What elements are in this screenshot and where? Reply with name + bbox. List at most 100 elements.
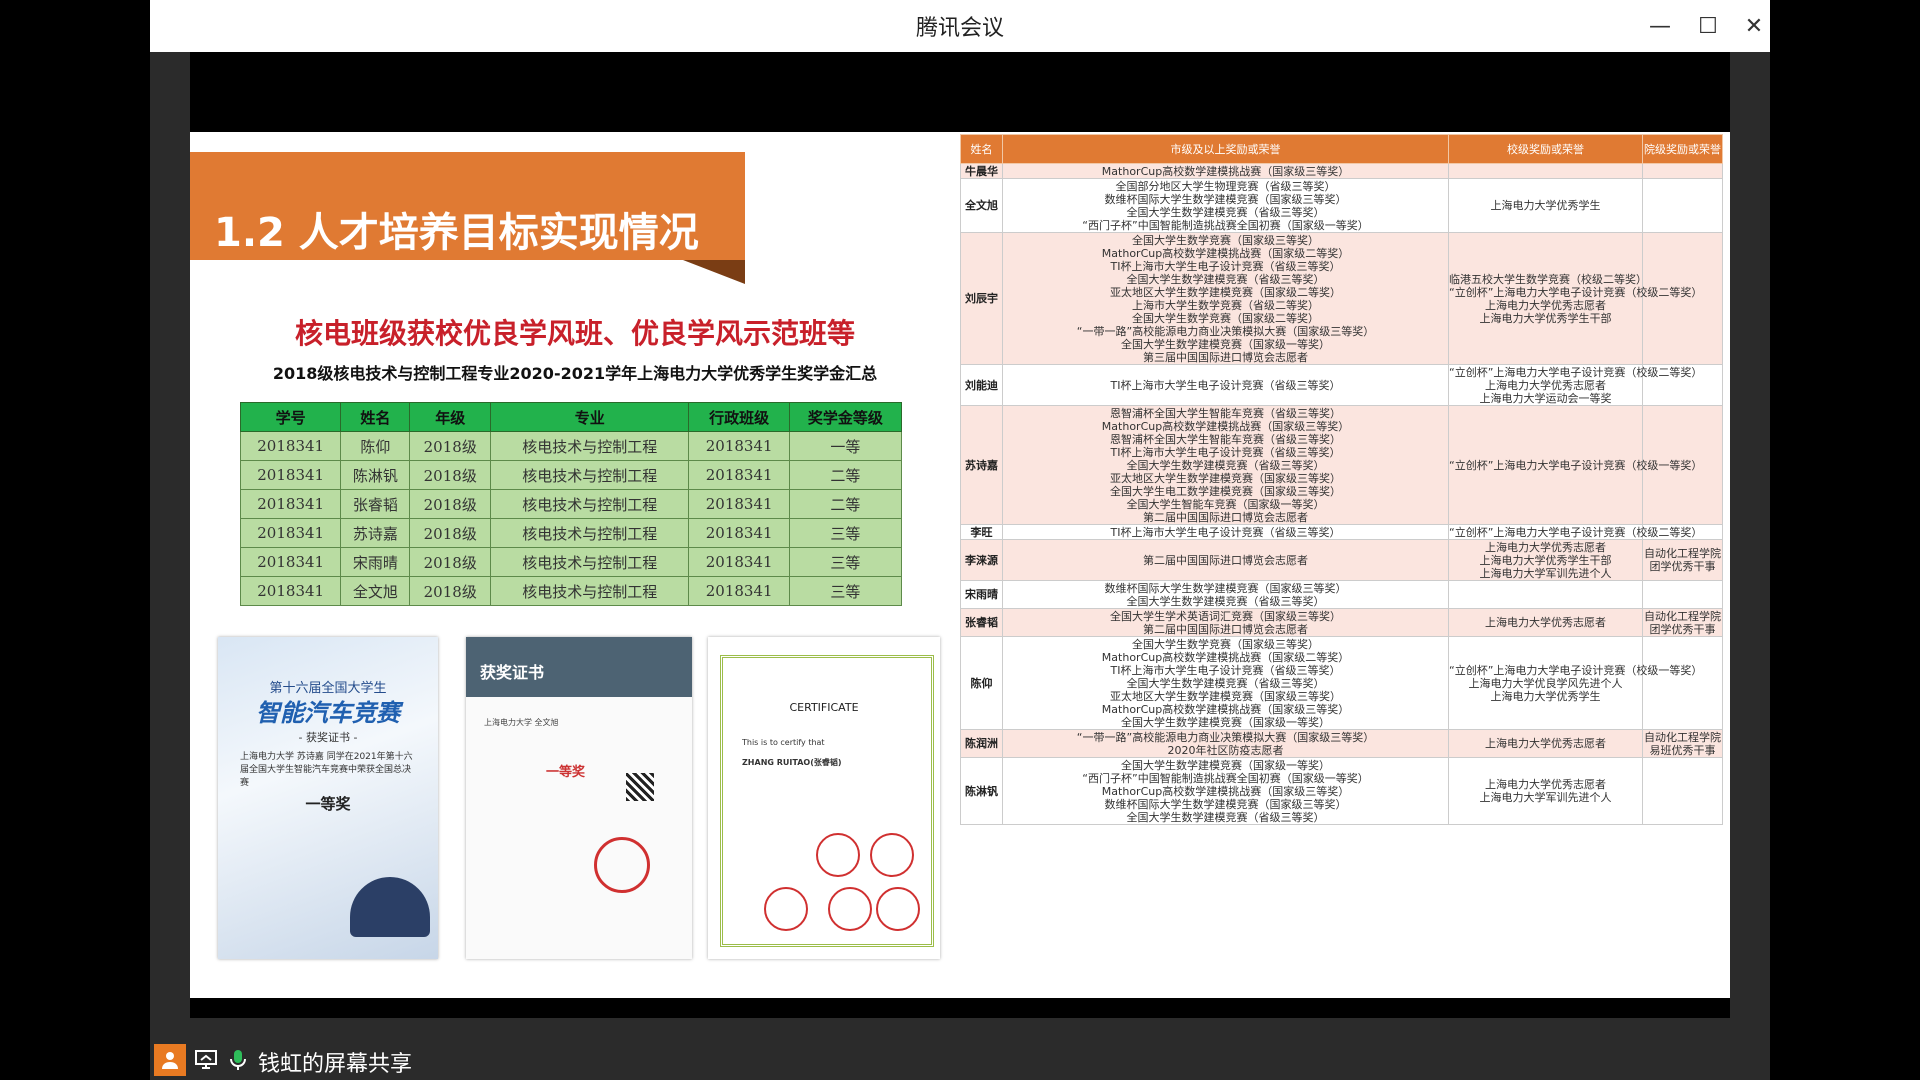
presentation-slide: 1.2 人才培养目标实现情况 核电班级获校优良学风班、优良学风示范班等 2018… — [190, 132, 1730, 998]
table-cell: 2018级 — [409, 489, 492, 519]
awards-school-cell: 上海电力大学优秀志愿者 上海电力大学军训先进个人 — [1448, 757, 1643, 825]
awards-college-cell: 自动化工程学院 易班优秀干事 — [1642, 729, 1723, 758]
award-line: 上海电力大学优秀学生 — [1490, 689, 1601, 703]
table-row: 苏诗嘉 恩智浦杯全国大学生智能车竞赛（省级三等奖） MathorCup高校数学建模挑… — [960, 405, 1723, 525]
table-cell: 2018341 — [239, 431, 342, 461]
cert2-title: 获奖证书 — [480, 663, 545, 682]
awards-college-cell: 自动化工程学院 团学优秀干事 — [1642, 539, 1723, 581]
scholarship-header-cell: 行政班级 — [688, 402, 790, 432]
table-cell: 2018341 — [688, 460, 790, 490]
cert2-header: 获奖证书 — [466, 637, 692, 697]
table-cell: 二等 — [788, 460, 903, 490]
awards-school-cell: “立创杯”上海电力大学电子设计竞赛（校级二等奖） — [1448, 524, 1703, 540]
table-cell: 三等 — [788, 576, 903, 606]
table-row: 2018341 陈仰 2018级 核电技术与控制工程 2018341 一等 — [239, 431, 903, 461]
seal-3 — [764, 887, 808, 931]
close-button[interactable]: ✕ — [1736, 8, 1772, 44]
scholarship-table: 学号 姓名 年级 专业 行政班级 奖学金等级 2018341 陈仰 2018级 核电技术与控制工… — [239, 402, 903, 606]
award-line: “西门子杯”中国智能制造挑战赛全国初赛（国家级一等奖） — [1082, 771, 1369, 785]
awards-city-cell: 第二届中国国际进口博览会志愿者 — [1002, 539, 1449, 581]
award-line: 亚太地区大学生数学建模竞赛（国家级三等奖） — [1110, 471, 1341, 485]
award-line: 上海电力大学优秀学生干部 — [1479, 553, 1612, 567]
award-line: 第二届中国国际进口博览会志愿者 — [1143, 622, 1308, 636]
award-line: 上海电力大学优秀志愿者 — [1485, 378, 1606, 392]
award-line: 上海电力大学优良学风先进个人 — [1468, 676, 1623, 690]
microphone-icon[interactable] — [222, 1044, 254, 1076]
award-line: 全国部分地区大学生物理竞赛（省级三等奖） — [1115, 179, 1336, 193]
awards-city-cell: “一带一路”高校能源电力商业决策模拟大赛（国家级三等奖） 2020年社区防疫志愿者 — [1002, 729, 1449, 758]
user-icon[interactable] — [154, 1044, 186, 1076]
award-line: 全国大学生数学竞赛（国家级三等奖） — [1132, 637, 1319, 651]
award-line: 上海市大学生数学竞赛（省级二等奖） — [1132, 298, 1319, 312]
certificate-english-vocabulary: CERTIFICATE This is to certify that ZHAN… — [708, 637, 940, 959]
award-line: 团学优秀干事 — [1649, 622, 1716, 636]
scholarship-header-cell: 年级 — [409, 402, 492, 432]
table-cell: 苏诗嘉 — [340, 518, 411, 548]
awards-college-cell — [1642, 163, 1723, 179]
award-line: 上海电力大学军训先进个人 — [1479, 566, 1612, 580]
award-line: 亚太地区大学生数学建模竞赛（国家级二等奖） — [1110, 285, 1341, 299]
awards-city-cell: TI杯上海市大学生电子设计竞赛（省级三等奖） — [1002, 364, 1449, 406]
minimize-button[interactable]: — — [1642, 8, 1678, 44]
awardee-name: 牛晨华 — [960, 163, 1003, 179]
award-line: 全国大学生数学建模竞赛（省级三等奖） — [1126, 810, 1325, 824]
awardee-name: 全文旭 — [960, 178, 1003, 233]
table-cell: 2018级 — [409, 431, 492, 461]
award-line: 全国大学生电工数学建模竞赛（国家级三等奖） — [1110, 484, 1341, 498]
awards-college-cell — [1642, 580, 1723, 609]
award-line: 全国大学生数学建模竞赛（省级三等奖） — [1126, 594, 1325, 608]
award-line: 上海电力大学优秀志愿者 — [1485, 616, 1606, 629]
award-line: 全国大学生数学建模竞赛（省级三等奖） — [1126, 205, 1325, 219]
table-cell: 核电技术与控制工程 — [490, 576, 690, 606]
table-row: 2018341 宋雨晴 2018级 核电技术与控制工程 2018341 三等 — [239, 547, 903, 577]
award-line: “一带一路”高校能源电力商业决策模拟大赛（国家级三等奖） — [1076, 730, 1375, 744]
award-line: 自动化工程学院 — [1644, 609, 1721, 623]
awardee-name: 李旺 — [960, 524, 1003, 540]
award-line: “立创杯”上海电力大学电子设计竞赛（校级二等奖） — [1449, 525, 1703, 539]
table-cell: 一等 — [788, 431, 903, 461]
award-line: “西门子杯”中国智能制造挑战赛全国初赛（国家级一等奖） — [1082, 218, 1369, 232]
table-cell: 张睿韬 — [340, 489, 411, 519]
table-row: 宋雨晴 数维杯国际大学生数学建模竞赛（国家级三等奖） 全国大学生数学建模竞赛（省级三… — [960, 580, 1723, 609]
award-line: “立创杯”上海电力大学电子设计竞赛（校级一等奖） — [1449, 663, 1703, 677]
cert1-text: 上海电力大学 苏诗嘉 同学在2021年第十六届全国大学生智能汽车竞赛中荣获全国总… — [240, 752, 413, 788]
screen-share-icon[interactable] — [190, 1044, 222, 1076]
award-line: “一带一路”高校能源电力商业决策模拟大赛（国家级三等奖） — [1076, 324, 1375, 338]
award-line: 易班优秀干事 — [1649, 743, 1716, 757]
awards-school-cell — [1448, 580, 1643, 609]
title-banner: 1.2 人才培养目标实现情况 — [190, 152, 745, 260]
award-line: 恩智浦杯全国大学生智能车竞赛（省级三等奖） — [1110, 406, 1341, 420]
awardee-name: 陈仰 — [960, 636, 1003, 730]
maximize-button[interactable]: ☐ — [1690, 8, 1726, 44]
table-cell: 2018341 — [239, 547, 342, 577]
awards-table: 姓名 市级及以上奖励或荣誉 校级奖励或荣誉 院级奖励或荣誉 牛晨华 MathorCup高… — [960, 134, 1723, 825]
awards-school-cell — [1448, 163, 1643, 179]
award-line: 数维杯国际大学生数学建模竞赛（国家级三等奖） — [1104, 797, 1347, 811]
smart-car-logo — [350, 877, 430, 937]
awards-city-cell: 全国大学生数学竞赛（国家级三等奖） MathorCup高校数学建模挑战赛（国家级二… — [1002, 636, 1449, 730]
awards-city-cell: 数维杯国际大学生数学建模竞赛（国家级三等奖） 全国大学生数学建模竞赛（省级三等奖） — [1002, 580, 1449, 609]
table-cell: 三等 — [788, 518, 903, 548]
qr-code — [626, 773, 654, 801]
awardee-name: 陈淋钒 — [960, 757, 1003, 825]
awards-school-cell: 上海电力大学优秀志愿者 上海电力大学优秀学生干部 上海电力大学军训先进个人 — [1448, 539, 1643, 581]
meeting-window: 腾讯会议 — ☐ ✕ 1.2 人才培养目标实现情况 核电班级获校优良学风班、优良… — [150, 0, 1770, 1080]
table-row: 陈润洲 “一带一路”高校能源电力商业决策模拟大赛（国家级三等奖） 2020年社区防疫… — [960, 729, 1723, 758]
cert1-prize: 一等奖 — [305, 795, 351, 813]
share-status-text: 钱虹的屏幕共享 — [258, 1052, 413, 1077]
award-line: TI杯上海市大学生电子设计竞赛（省级三等奖） — [1110, 259, 1341, 273]
cert1-title: 智能汽车竞赛 — [256, 699, 400, 727]
official-seal — [594, 837, 650, 893]
table-cell: 核电技术与控制工程 — [490, 460, 690, 490]
cert2-text: 上海电力大学 全文旭 — [484, 718, 559, 727]
maximize-icon: ☐ — [1698, 13, 1718, 39]
award-line: 全国大学生智能车竞赛（国家级一等奖） — [1126, 497, 1325, 511]
table-row: 刘辰宇 全国大学生数学竞赛（国家级三等奖） MathorCup高校数学建模挑战赛（国… — [960, 232, 1723, 365]
table-cell: 陈仰 — [340, 431, 411, 461]
sub-heading: 2018级核电技术与控制工程专业2020-2021学年上海电力大学优秀学生奖学金… — [272, 364, 878, 383]
window-title: 腾讯会议 — [915, 16, 1004, 41]
table-cell: 陈淋钒 — [340, 460, 411, 490]
awardee-name: 苏诗嘉 — [960, 405, 1003, 525]
table-cell: 核电技术与控制工程 — [490, 489, 690, 519]
table-row: 2018341 全文旭 2018级 核电技术与控制工程 2018341 三等 — [239, 576, 903, 606]
